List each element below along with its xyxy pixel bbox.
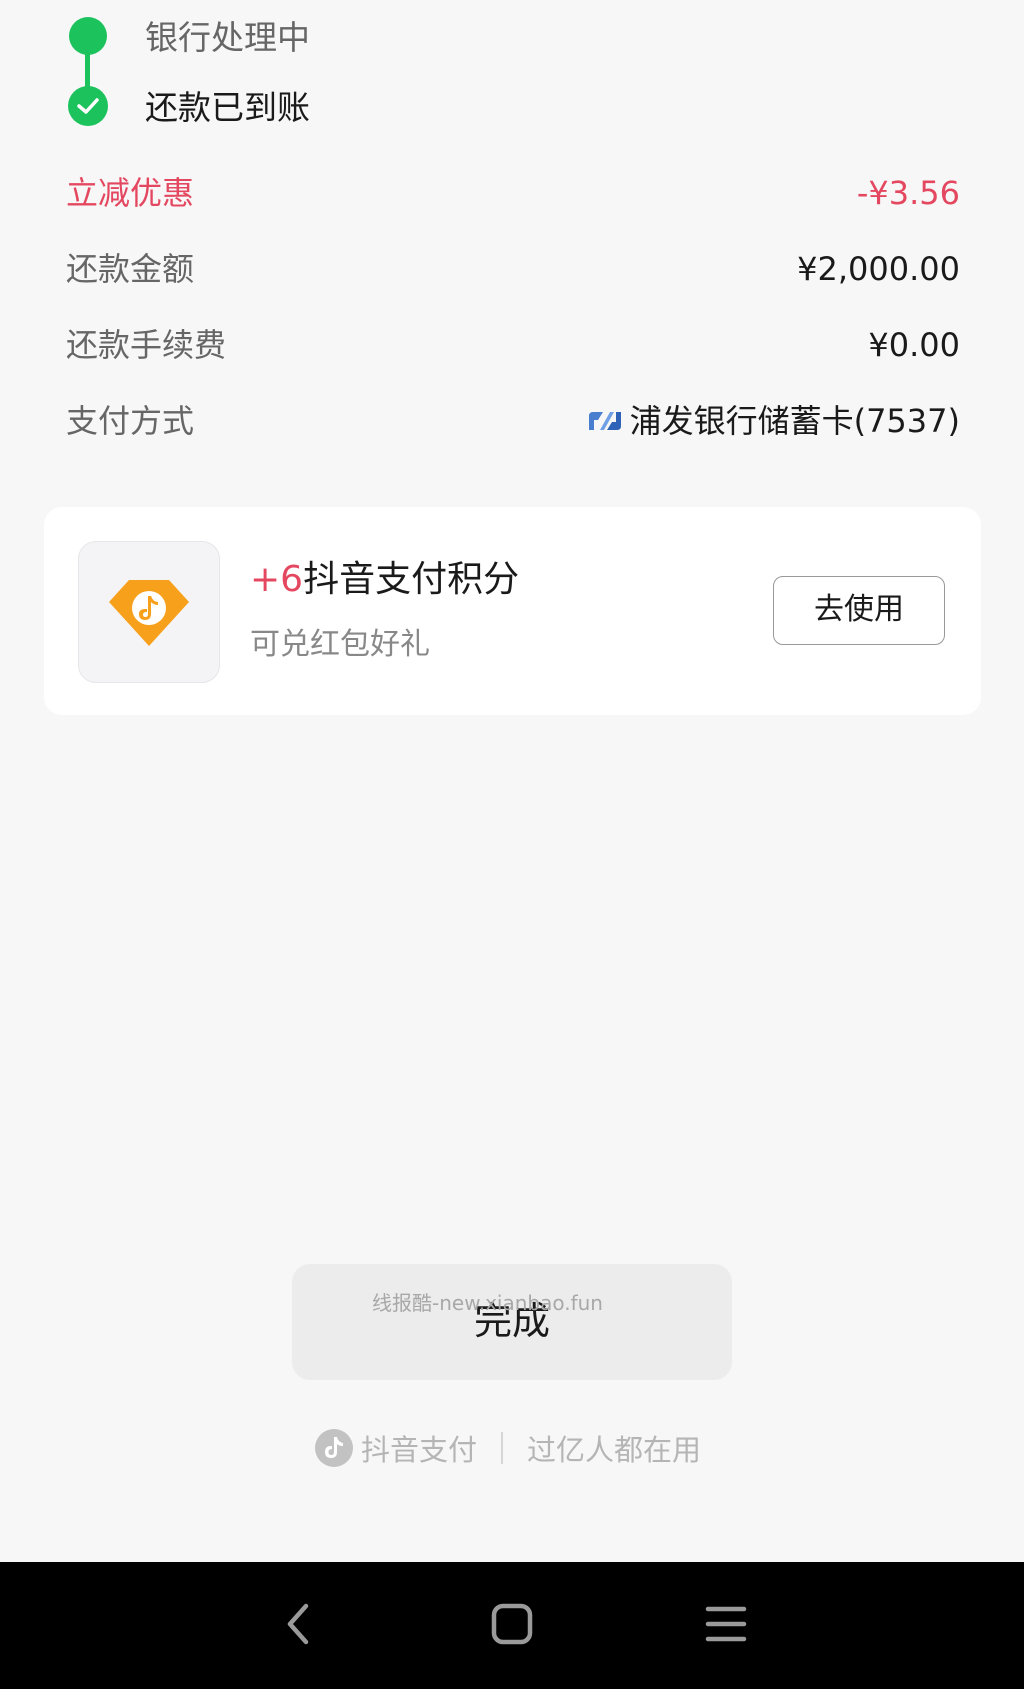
footer-brand: 抖音支付 过亿人都在用	[315, 1428, 701, 1468]
points-title: +6抖音支付积分	[250, 557, 519, 603]
points-card: +6抖音支付积分 可兑红包好礼 去使用	[44, 507, 981, 715]
step-label-arrived: 还款已到账	[145, 88, 310, 127]
use-points-button[interactable]: 去使用	[773, 576, 945, 645]
back-icon[interactable]	[280, 1600, 316, 1648]
footer-brand-name: 抖音支付	[361, 1433, 478, 1467]
recent-apps-icon[interactable]	[704, 1600, 748, 1648]
amount-row: 还款金额 ¥2,000.00	[66, 246, 960, 292]
douyin-points-icon	[78, 541, 220, 683]
points-title-text: 抖音支付积分	[303, 559, 520, 600]
discount-row: 立减优惠 -¥3.56	[66, 170, 960, 216]
done-button[interactable]: 完成 线报酷-new.xianbao.fun	[292, 1264, 732, 1380]
payment-method-row: 支付方式 浦发银行储蓄卡(7537)	[66, 398, 960, 444]
payment-method-value: 浦发银行储蓄卡(7537)	[586, 398, 960, 444]
payment-method-text: 浦发银行储蓄卡(7537)	[629, 402, 960, 440]
fee-label: 还款手续费	[66, 326, 227, 364]
check-icon	[68, 86, 108, 126]
system-navigation-bar	[0, 1562, 1024, 1689]
home-icon[interactable]	[490, 1600, 534, 1648]
douyin-logo-icon	[315, 1429, 353, 1467]
footer-divider	[501, 1432, 504, 1464]
footer-slogan: 过亿人都在用	[527, 1433, 702, 1467]
payment-method-label: 支付方式	[66, 402, 195, 440]
step-label-processing: 银行处理中	[145, 18, 310, 57]
discount-value: -¥3.56	[856, 174, 960, 212]
amount-label: 还款金额	[66, 250, 195, 288]
discount-label: 立减优惠	[66, 174, 195, 212]
watermark-text: 线报酷-new.xianbao.fun	[372, 1291, 603, 1315]
points-subtitle: 可兑红包好礼	[250, 627, 430, 662]
amount-value: ¥2,000.00	[797, 250, 960, 288]
fee-row: 还款手续费 ¥0.00	[66, 322, 960, 368]
fee-value: ¥0.00	[868, 326, 960, 364]
spdb-bank-icon	[588, 412, 621, 430]
step-dot-processing	[69, 17, 107, 55]
points-value: +6	[250, 559, 304, 600]
